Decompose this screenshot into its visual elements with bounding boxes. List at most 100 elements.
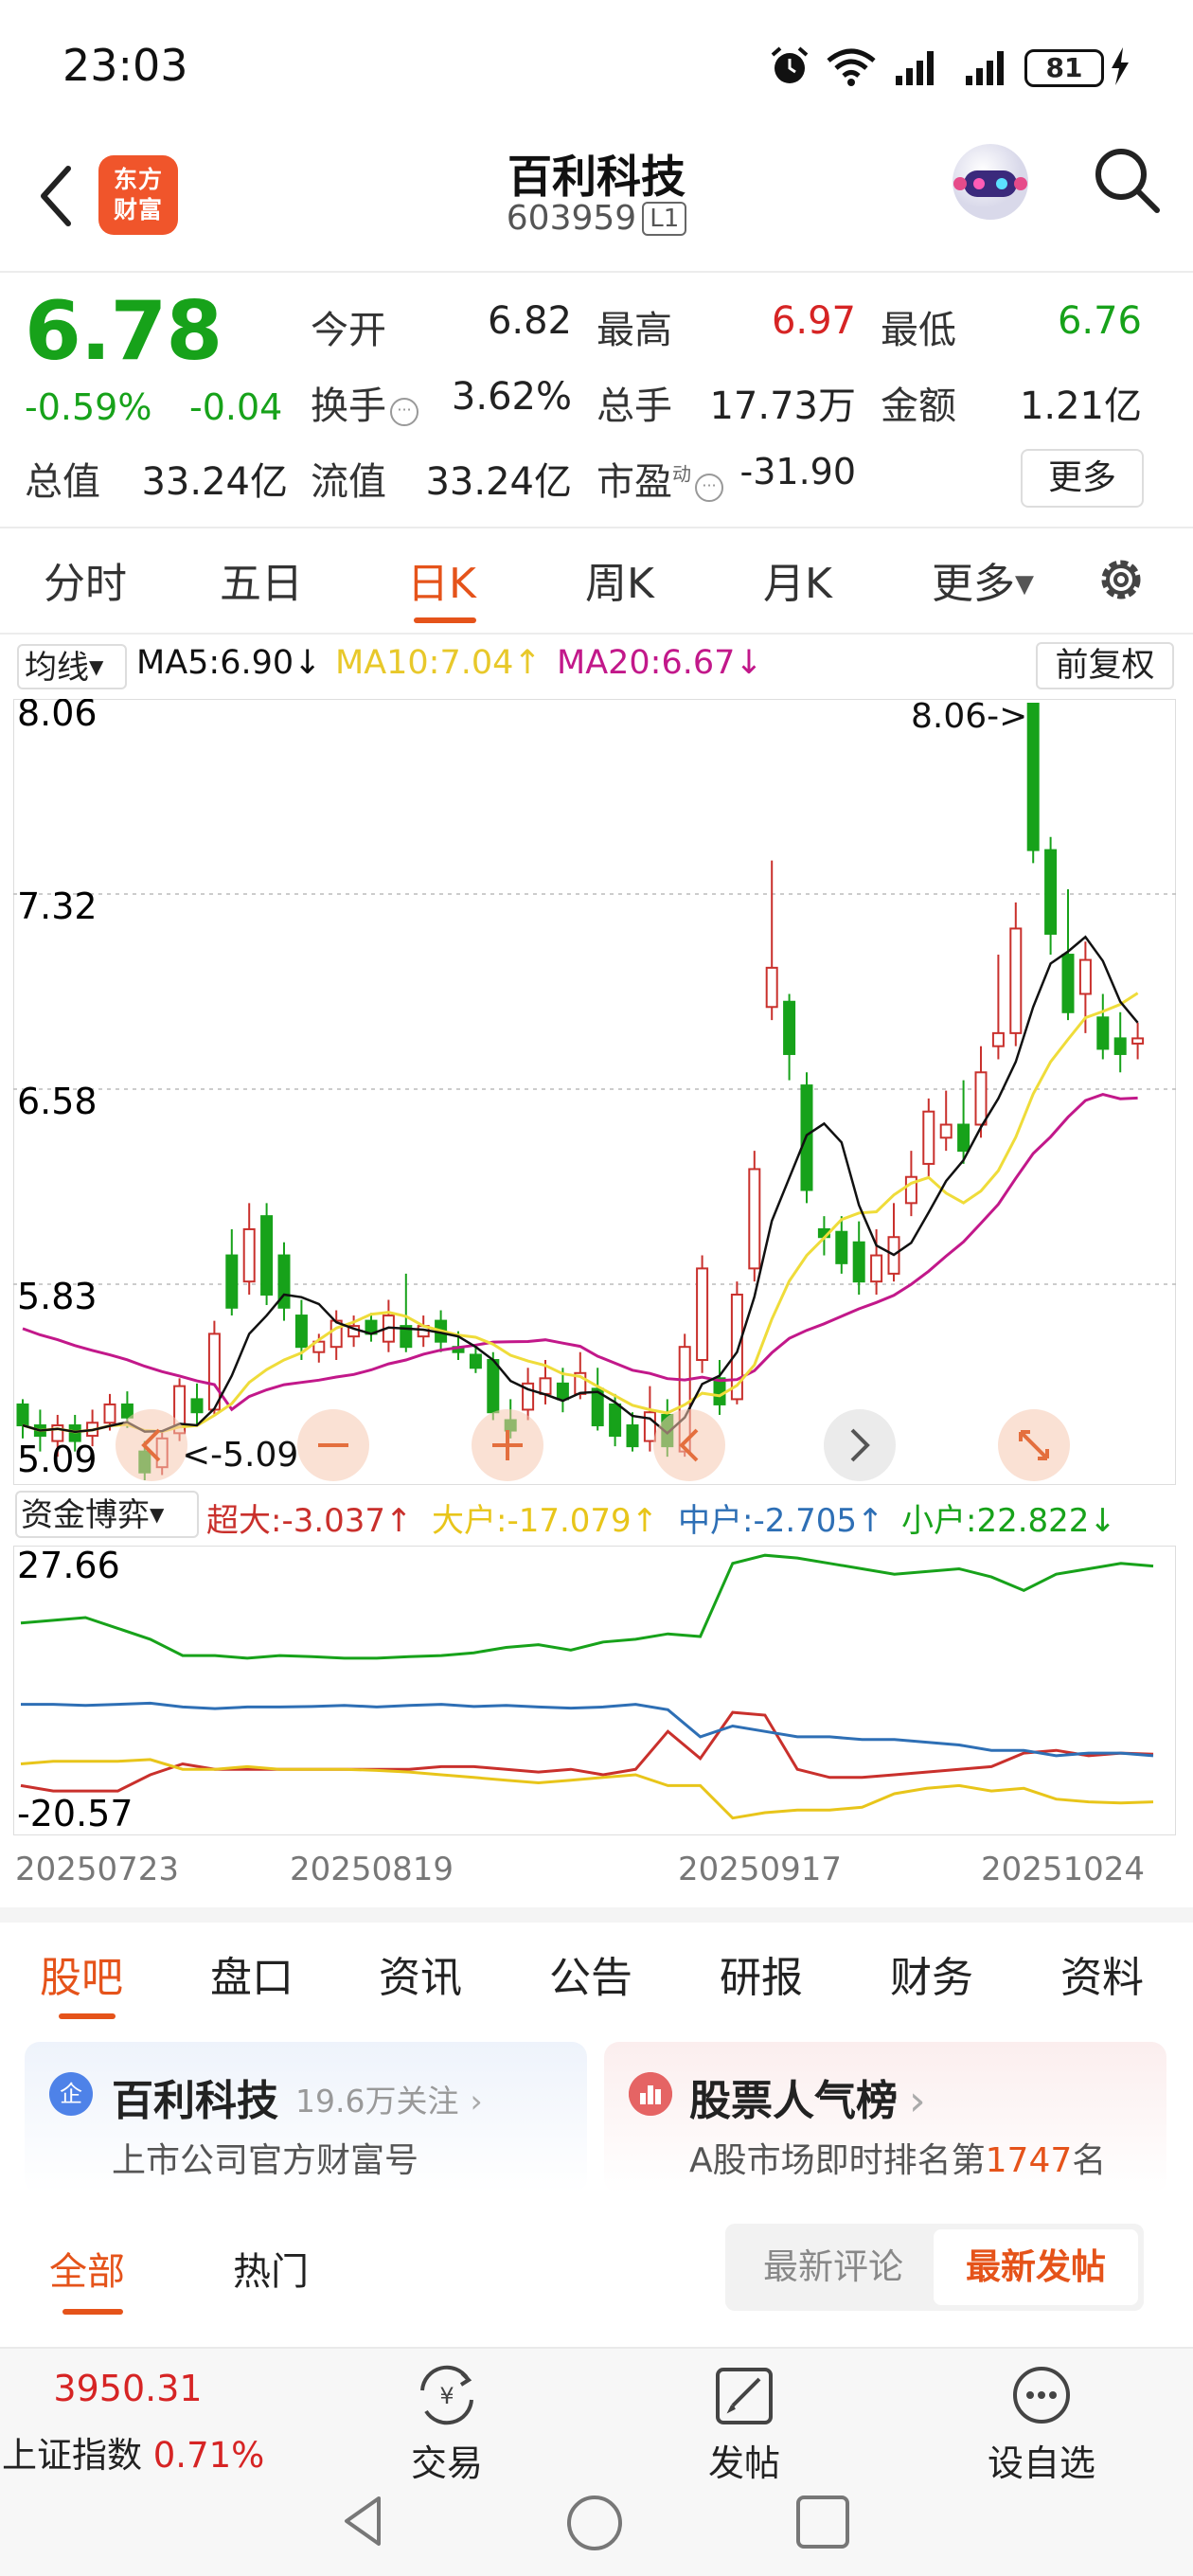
candle: [469, 1353, 482, 1369]
candle: [16, 1403, 29, 1427]
tab-underline: [414, 617, 476, 623]
candle: [1009, 927, 1023, 1034]
y-tick-label: 6.58: [17, 1081, 98, 1122]
candle: [922, 1110, 935, 1165]
search-icon[interactable]: [1091, 144, 1163, 216]
sort-latest-post[interactable]: 最新发帖: [934, 2229, 1138, 2305]
index-name[interactable]: 上证指数 0.71%: [2, 2426, 264, 2478]
y-tick-label: 5.83: [17, 1276, 98, 1317]
candle: [1078, 958, 1092, 995]
tab-order-book[interactable]: 盘口: [210, 1943, 294, 2004]
x-tick-label: 20250819: [290, 1851, 454, 1888]
back-icon[interactable]: [34, 163, 81, 229]
high-value: 6.97: [771, 299, 856, 343]
info-icon[interactable]: ···: [695, 474, 723, 502]
ma10-value: MA10:7.04↑: [335, 644, 542, 682]
company-followers: 19.6万关注 ›: [295, 2083, 483, 2120]
trade-icon[interactable]: ¥: [409, 2362, 485, 2428]
candle: [1044, 849, 1058, 935]
info-icon[interactable]: ···: [390, 398, 418, 426]
candle: [556, 1382, 569, 1401]
scroll-prev-button[interactable]: [653, 1409, 725, 1481]
wifi-icon: [827, 48, 876, 86]
tab-five-day[interactable]: 五日: [220, 549, 303, 610]
candle: [103, 1403, 116, 1424]
divider: [0, 271, 1193, 273]
charging-icon: [1112, 47, 1129, 85]
tab-intraday[interactable]: 分时: [44, 549, 127, 610]
open-label: 今开: [311, 309, 386, 352]
tab-financials[interactable]: 财务: [890, 1943, 973, 2004]
subtab-underline: [59, 2013, 116, 2019]
chevron-right-icon: ›: [470, 2083, 483, 2120]
tab-news[interactable]: 资讯: [379, 1943, 462, 2004]
feed-tab-underline: [62, 2309, 123, 2315]
candle: [1113, 1037, 1127, 1055]
candle: [748, 1168, 761, 1270]
zoom-in-button[interactable]: [472, 1409, 543, 1481]
pe-value: -31.90: [739, 451, 857, 492]
current-price: 6.78: [25, 284, 223, 379]
more-options-icon[interactable]: [1004, 2362, 1079, 2428]
more-button[interactable]: 更多: [1021, 449, 1144, 508]
volume-label: 总手: [596, 385, 672, 428]
index-value[interactable]: 3950.31: [0, 2368, 256, 2409]
change-amount: -0.04: [189, 386, 283, 428]
tab-more[interactable]: 更多▼: [932, 549, 1034, 610]
sort-latest-comment[interactable]: 最新评论: [733, 2229, 934, 2305]
candle: [626, 1424, 639, 1448]
price-adjust-button[interactable]: 前复权: [1036, 642, 1174, 689]
tab-daily-k[interactable]: 日K: [407, 549, 476, 610]
min-price-marker: <-5.09: [182, 1436, 298, 1475]
scroll-next-button[interactable]: [824, 1409, 896, 1481]
fullscreen-icon[interactable]: [998, 1409, 1070, 1481]
candle: [696, 1267, 709, 1361]
gear-icon[interactable]: [1095, 553, 1148, 606]
nav-recents-icon[interactable]: [793, 2493, 852, 2551]
candle: [713, 1377, 726, 1405]
post-label[interactable]: 发帖: [689, 2434, 799, 2486]
scroll-left-button[interactable]: [116, 1409, 187, 1481]
popularity-rank-text: A股市场即时排名第1747名: [689, 2141, 1107, 2180]
candle: [190, 1398, 204, 1414]
post-icon[interactable]: [706, 2362, 782, 2428]
candle: [643, 1411, 656, 1442]
candle: [207, 1333, 221, 1411]
candle: [974, 1071, 988, 1126]
nav-back-icon[interactable]: [335, 2493, 392, 2549]
candle: [870, 1254, 883, 1283]
y-tick-label: 7.32: [17, 886, 98, 927]
tab-monthly-k[interactable]: 月K: [763, 549, 832, 610]
chevron-down-icon: ▼: [1015, 570, 1034, 599]
zoom-out-button[interactable]: [297, 1409, 369, 1481]
float-cap-label: 流值: [311, 460, 386, 504]
ma5-value: MA5:6.90↓: [136, 644, 322, 682]
tab-research[interactable]: 研报: [720, 1943, 803, 2004]
y-tick-label: -20.57: [17, 1793, 134, 1834]
volume-value: 17.73万: [709, 385, 856, 428]
company-name: 百利科技: [112, 2077, 278, 2125]
robot-assistant-icon[interactable]: [943, 134, 1038, 229]
add-watchlist-label[interactable]: 设自选: [975, 2434, 1108, 2486]
stock-code: 603959 L1: [407, 199, 786, 238]
tab-announcements[interactable]: 公告: [549, 1943, 632, 2004]
trade-label[interactable]: 交易: [392, 2434, 502, 2486]
fund-flow-dropdown[interactable]: 资金博弈▼: [15, 1491, 199, 1538]
legend-large: 大户:-17.079↑: [432, 1502, 659, 1540]
tab-forum[interactable]: 股吧: [40, 1943, 123, 2004]
app-logo: 东方 财富: [98, 155, 178, 235]
feed-tab-all[interactable]: 全部: [49, 2241, 125, 2296]
company-subtitle: 上市公司官方财富号: [112, 2141, 419, 2180]
feed-tab-hot[interactable]: 热门: [233, 2241, 309, 2296]
alarm-icon: [771, 46, 809, 83]
kline-chart[interactable]: 8.06 7.32 6.58 5.83 5.09 8.06-> <-5.09: [13, 699, 1176, 1485]
tab-weekly-k[interactable]: 周K: [585, 549, 654, 610]
low-value: 6.76: [1057, 299, 1142, 343]
tab-profile[interactable]: 资料: [1060, 1943, 1144, 2004]
ma-dropdown[interactable]: 均线▼: [17, 644, 127, 689]
fund-flow-chart[interactable]: 27.66 -20.57: [13, 1546, 1176, 1835]
svg-text:¥: ¥: [439, 2383, 454, 2409]
candle: [765, 966, 778, 1009]
legend-medium: 中户:-2.705↑: [678, 1502, 884, 1540]
nav-home-icon[interactable]: [564, 2493, 625, 2553]
